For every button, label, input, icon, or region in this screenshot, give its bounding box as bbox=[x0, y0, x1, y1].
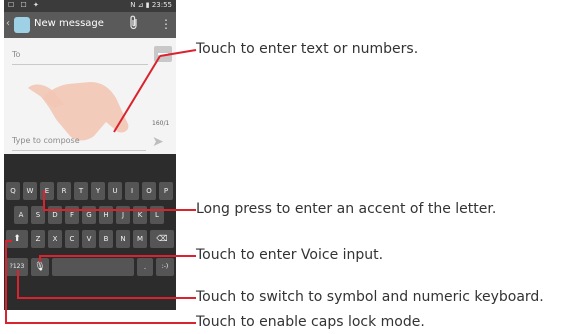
page-title: New message bbox=[34, 18, 104, 29]
period-key[interactable]: . bbox=[137, 258, 153, 276]
key-a[interactable]: A bbox=[14, 206, 28, 224]
key-b[interactable]: B bbox=[99, 230, 113, 248]
status-bar: ☐ ☐ ✦ N ⊿ ▮ 23:55 bbox=[4, 0, 176, 12]
key-k[interactable]: K bbox=[133, 206, 147, 224]
compose-field[interactable]: Type to compose bbox=[12, 136, 146, 151]
recipient-placeholder: To bbox=[12, 50, 21, 59]
add-contact-button[interactable] bbox=[154, 46, 172, 62]
overflow-menu-icon[interactable]: ⋮ bbox=[160, 17, 172, 31]
callout-enter-text: Touch to enter text or numbers. bbox=[196, 41, 419, 57]
status-icons-left: ☐ ☐ ✦ bbox=[8, 1, 41, 9]
key-r[interactable]: R bbox=[57, 182, 71, 200]
backspace-icon: ⌫ bbox=[156, 234, 168, 243]
voice-input-key[interactable]: 🎙 bbox=[31, 258, 49, 276]
key-t[interactable]: T bbox=[74, 182, 88, 200]
compose-placeholder: Type to compose bbox=[12, 136, 80, 145]
back-icon[interactable]: ‹ bbox=[6, 18, 10, 29]
callout-voice: Touch to enter Voice input. bbox=[196, 247, 384, 263]
char-counter: 160/1 bbox=[152, 120, 170, 127]
key-j[interactable]: J bbox=[116, 206, 130, 224]
space-bar[interactable] bbox=[52, 258, 134, 276]
symbols-key[interactable]: ?123 bbox=[6, 258, 28, 276]
key-n[interactable]: N bbox=[116, 230, 130, 248]
soft-keyboard: Q W E R T Y U I O P A S D F G H J K L ⬆ … bbox=[4, 154, 176, 310]
key-z[interactable]: Z bbox=[31, 230, 45, 248]
messaging-app-icon[interactable] bbox=[14, 17, 30, 33]
paperclip-icon[interactable] bbox=[128, 15, 140, 35]
key-i[interactable]: I bbox=[125, 182, 139, 200]
key-e[interactable]: E bbox=[40, 182, 54, 200]
callout-accent: Long press to enter an accent of the let… bbox=[196, 201, 497, 217]
callout-symbols: Touch to switch to symbol and numeric ke… bbox=[196, 289, 544, 305]
recipient-field[interactable]: To bbox=[12, 50, 148, 65]
key-v[interactable]: V bbox=[82, 230, 96, 248]
key-y[interactable]: Y bbox=[91, 182, 105, 200]
shift-icon: ⬆ bbox=[13, 234, 21, 244]
key-l[interactable]: L bbox=[150, 206, 164, 224]
key-g[interactable]: G bbox=[82, 206, 96, 224]
action-bar: ‹ New message ⋮ bbox=[4, 12, 176, 38]
shift-key[interactable]: ⬆ bbox=[6, 230, 28, 248]
status-icons-right: N ⊿ ▮ 23:55 bbox=[130, 1, 172, 9]
key-o[interactable]: O bbox=[142, 182, 156, 200]
phone-screen: ☐ ☐ ✦ N ⊿ ▮ 23:55 ‹ New message ⋮ To 160… bbox=[4, 0, 176, 310]
key-c[interactable]: C bbox=[65, 230, 79, 248]
key-w[interactable]: W bbox=[23, 182, 37, 200]
key-m[interactable]: M bbox=[133, 230, 147, 248]
key-h[interactable]: H bbox=[99, 206, 113, 224]
key-u[interactable]: U bbox=[108, 182, 122, 200]
smiley-key[interactable]: :-) bbox=[156, 258, 174, 276]
key-p[interactable]: P bbox=[159, 182, 173, 200]
backspace-key[interactable]: ⌫ bbox=[150, 230, 174, 248]
key-f[interactable]: F bbox=[65, 206, 79, 224]
key-q[interactable]: Q bbox=[6, 182, 20, 200]
send-icon[interactable]: ➤ bbox=[152, 134, 164, 150]
key-d[interactable]: D bbox=[48, 206, 62, 224]
mic-icon: 🎙 bbox=[34, 262, 46, 272]
key-x[interactable]: X bbox=[48, 230, 62, 248]
key-s[interactable]: S bbox=[31, 206, 45, 224]
callout-caps: Touch to enable caps lock mode. bbox=[196, 314, 425, 330]
